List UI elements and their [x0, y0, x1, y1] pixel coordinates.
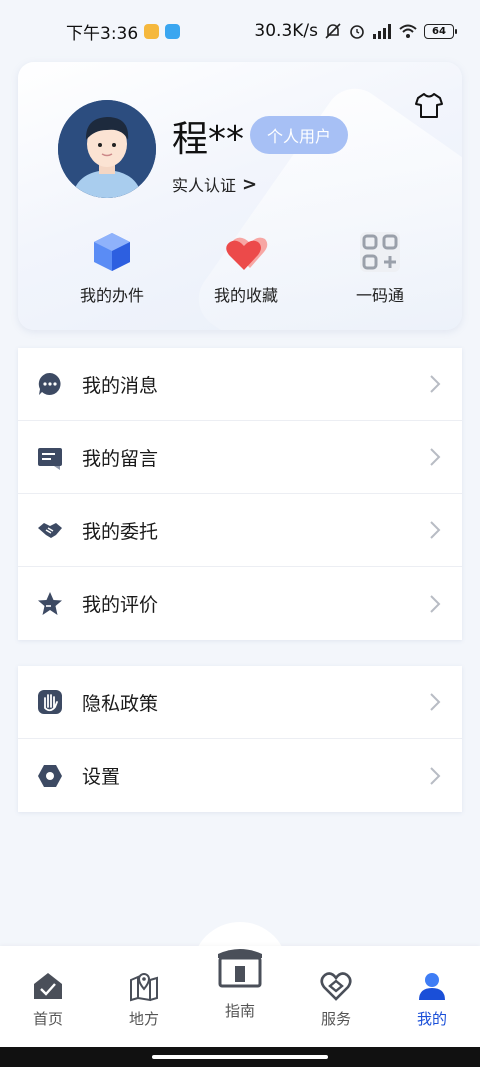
quick-action-label: 一码通 [355, 286, 404, 305]
menu-item-my-delegations[interactable]: 我的委托 [18, 494, 462, 567]
quick-action-label: 我的办件 [79, 286, 144, 305]
chevron-right-icon [430, 766, 441, 785]
quick-action-my-cases[interactable]: 我的办件 [57, 230, 167, 306]
battery-indicator: 64 [424, 23, 457, 39]
quick-action-label: 我的收藏 [213, 286, 278, 305]
tab-home[interactable]: 首页 [0, 946, 96, 1047]
tab-mine[interactable]: 我的 [384, 946, 480, 1047]
status-left: 下午3:36 [66, 19, 181, 44]
verify-arrow: > [242, 173, 258, 195]
menu-item-my-comments[interactable]: 我的留言 [18, 421, 462, 494]
user-type-badge: 个人用户 [250, 116, 348, 154]
hearts-icon [226, 237, 268, 270]
quick-action-my-favorites[interactable]: 我的收藏 [191, 230, 301, 306]
status-right: 30.3K/s 64 [254, 21, 457, 41]
tab-label: 首页 [32, 1010, 63, 1028]
avatar-illustration [58, 100, 156, 198]
tab-label: 我的 [416, 1010, 447, 1028]
menu-item-my-messages[interactable]: 我的消息 [18, 348, 462, 421]
system-nav-bar [0, 1047, 480, 1067]
menu-item-label: 隐私政策 [82, 692, 159, 715]
real-name-verify-link[interactable]: 实人认证 > [172, 172, 257, 196]
guide-book-icon [218, 949, 262, 988]
menu-item-label: 我的评价 [82, 594, 159, 616]
tab-label: 指南 [224, 1002, 255, 1020]
menu-item-label: 我的委托 [82, 520, 159, 543]
avatar[interactable] [58, 100, 156, 198]
home-icon [34, 973, 62, 999]
verify-label: 实人认证 [172, 176, 237, 195]
profile-card: 程** 个人用户 实人认证 > 我的办件 我的收藏 一码通 [18, 62, 462, 330]
cube-icon [94, 233, 130, 271]
network-speed: 30.3K/s [254, 21, 318, 41]
home-indicator[interactable] [152, 1055, 328, 1059]
chevron-right-icon [430, 521, 441, 539]
signal-icon [373, 24, 391, 39]
qr-code-icon [360, 232, 400, 272]
user-icon [419, 973, 445, 1000]
wifi-icon [399, 24, 417, 38]
status-time: 下午3:36 [66, 23, 139, 44]
chevron-right-icon [430, 448, 441, 466]
hand-icon [38, 690, 62, 714]
heart-service-icon [320, 972, 352, 1001]
menu-item-privacy-policy[interactable]: 隐私政策 [18, 666, 462, 739]
tab-local[interactable]: 地方 [96, 946, 192, 1047]
user-name: 程** [172, 119, 245, 160]
chevron-right-icon [430, 693, 441, 711]
tab-guide[interactable]: 指南 [192, 946, 288, 1047]
menu-item-label: 设置 [82, 766, 121, 788]
alarm-icon [350, 25, 364, 39]
quick-action-one-code[interactable]: 一码通 [325, 230, 435, 306]
tab-label: 服务 [320, 1010, 351, 1028]
menu-group-personal: 我的消息 我的留言 我的委托 我的评价 [18, 348, 462, 640]
bottom-tab-bar: 首页 地方 指南 服务 我的 [0, 946, 480, 1047]
mute-icon [325, 23, 341, 39]
chevron-right-icon [430, 375, 441, 393]
menu-item-label: 我的留言 [82, 447, 159, 470]
note-icon [38, 448, 62, 470]
menu-item-label: 我的消息 [82, 374, 159, 397]
shirt-icon[interactable] [414, 90, 444, 120]
handshake-icon [38, 523, 62, 538]
notification-app-icon [165, 23, 181, 39]
chevron-right-icon [430, 594, 441, 613]
notification-app-icon [144, 23, 160, 39]
menu-item-my-reviews[interactable]: 我的评价 [18, 567, 462, 640]
map-icon [130, 972, 158, 1002]
star-icon [38, 591, 62, 615]
settings-icon [38, 764, 62, 787]
tab-label: 地方 [128, 1010, 159, 1028]
tab-services[interactable]: 服务 [288, 946, 384, 1047]
menu-item-settings[interactable]: 设置 [18, 739, 462, 812]
status-bar: 下午3:36 30.3K/s 64 [0, 0, 480, 62]
message-icon [38, 372, 61, 395]
menu-group-system: 隐私政策 设置 [18, 666, 462, 812]
